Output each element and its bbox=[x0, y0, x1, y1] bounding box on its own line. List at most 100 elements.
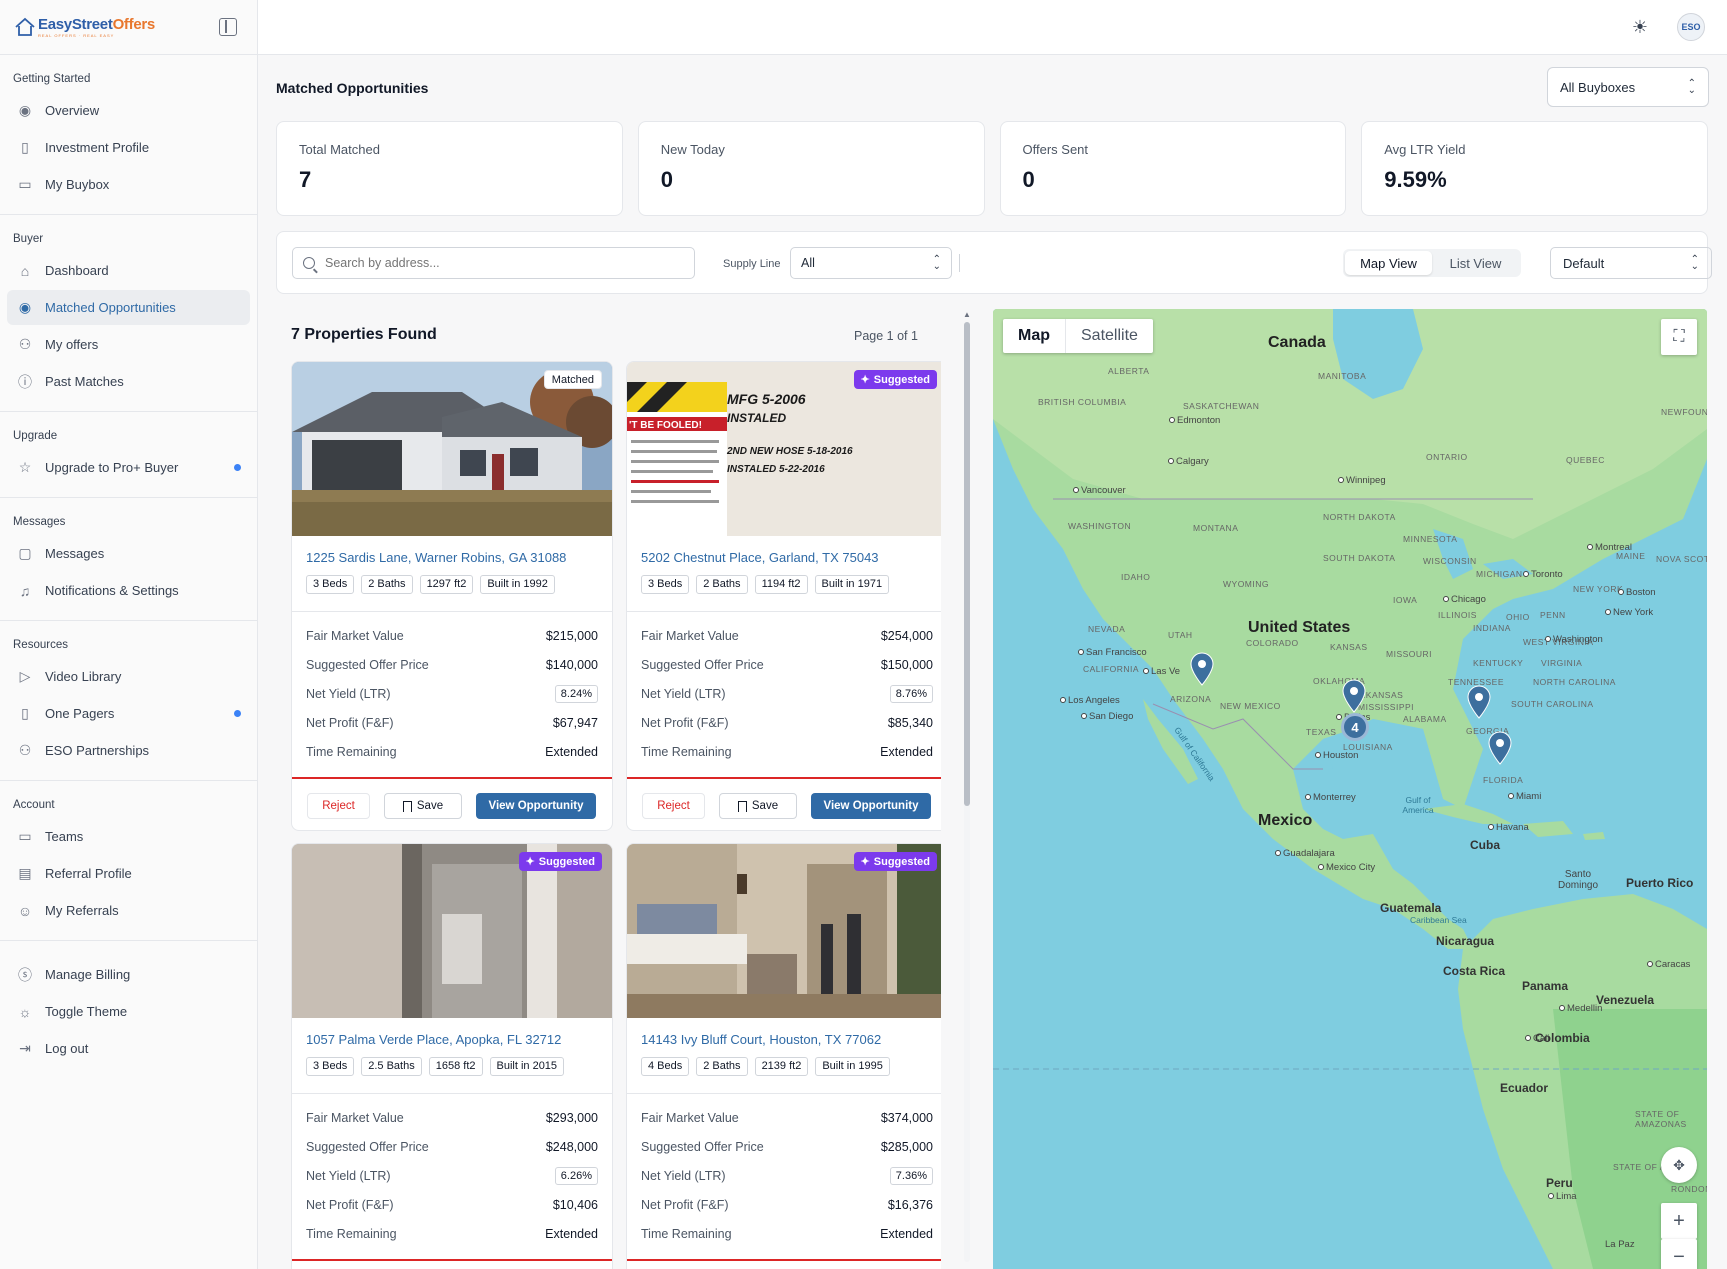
property-map-pin[interactable] bbox=[1189, 652, 1215, 686]
sidebar-section-title: Account bbox=[13, 799, 55, 811]
metric-value: $67,947 bbox=[552, 715, 598, 730]
sign-left-text: 'T BE FOOLED! bbox=[629, 420, 702, 431]
map-label-state: NORTH CAROLINA bbox=[1533, 677, 1616, 687]
stat-label: Total Matched bbox=[299, 142, 380, 157]
sidebar-item-matched-opportunities[interactable]: ◉ Matched Opportunities bbox=[7, 290, 250, 325]
search-box[interactable] bbox=[292, 247, 695, 279]
fullscreen-icon[interactable]: ⛶ bbox=[1661, 319, 1697, 355]
property-photo[interactable]: Matched bbox=[292, 362, 612, 536]
map-type-map-button[interactable]: Map bbox=[1003, 319, 1066, 353]
scrollbar-thumb[interactable] bbox=[964, 322, 970, 806]
save-button[interactable]: Save bbox=[719, 793, 797, 819]
map-label-state: ARIZONA bbox=[1170, 694, 1212, 704]
chevron-updown-icon: ⌃ ⌄ bbox=[1687, 78, 1696, 96]
map-label-state: OHIO bbox=[1506, 612, 1530, 622]
handshake-icon: ⚇ bbox=[18, 336, 32, 352]
sort-select[interactable]: Default ⌃ ⌄ bbox=[1550, 247, 1712, 279]
sidebar-item-my-referrals[interactable]: ☺ My Referrals bbox=[7, 893, 250, 928]
view-toggle: Map View List View bbox=[1343, 249, 1521, 277]
map-label-state: COLORADO bbox=[1246, 638, 1299, 648]
sidebar-item-one-pagers[interactable]: ▯ One Pagers bbox=[7, 696, 250, 731]
card-actions: Reject Save View Opportunity bbox=[292, 779, 612, 830]
sidebar-section: Upgrade ☆ Upgrade to Pro+ Buyer bbox=[0, 412, 257, 498]
property-card: ✦ Suggested 1057 Palma Verde Place, Apopk… bbox=[291, 843, 613, 1269]
logo[interactable]: EasyStreetOffers REAL OFFERS · REAL EASY bbox=[14, 16, 155, 38]
sidebar-bottom: ⓢ Manage Billing ☼ Toggle Theme ⇥ Log ou… bbox=[0, 941, 257, 1082]
sidebar-section-title: Buyer bbox=[13, 233, 44, 245]
chevron-updown-icon: ⌃ ⌄ bbox=[932, 254, 941, 272]
metric-value: 8.24% bbox=[554, 684, 598, 703]
property-map-pin[interactable] bbox=[1341, 679, 1367, 713]
map-label-country: Cuba bbox=[1470, 838, 1500, 852]
map-label-city: Caracas bbox=[1647, 959, 1690, 970]
property-photo[interactable]: 'T BE FOOLED! MFG 5-2006 INSTALED 2ND NE bbox=[627, 362, 941, 536]
map-label-state: WISCONSIN bbox=[1423, 556, 1477, 566]
map-cluster-marker[interactable]: 4 bbox=[1341, 713, 1369, 741]
map-label-city: Lima bbox=[1548, 1191, 1577, 1202]
sidebar-item-teams[interactable]: ▭ Teams bbox=[7, 819, 250, 854]
profit-row: Net Profit (F&F) $10,406 bbox=[306, 1190, 598, 1219]
property-address-link[interactable]: 5202 Chestnut Place, Garland, TX 75043 bbox=[627, 536, 941, 571]
map-label-state: INDIANA bbox=[1473, 623, 1511, 633]
theme-toggle-icon[interactable]: ☀ bbox=[1629, 16, 1651, 38]
property-map-pin[interactable] bbox=[1487, 731, 1513, 765]
buybox-select[interactable]: All Buyboxes ⌃ ⌄ bbox=[1547, 67, 1709, 107]
sidebar-item-my-buybox[interactable]: ▭ My Buybox bbox=[7, 167, 250, 202]
view-opportunity-button[interactable]: View Opportunity bbox=[811, 793, 931, 819]
logo-text: EasyStreetOffers bbox=[38, 16, 155, 33]
map-label-state: NEW MEXICO bbox=[1220, 701, 1281, 711]
sidebar-item-my-offers[interactable]: ⚇ My offers bbox=[7, 327, 250, 362]
avatar[interactable]: ESO bbox=[1677, 13, 1705, 41]
sidebar-collapse-icon[interactable] bbox=[219, 18, 237, 36]
list-view-tab[interactable]: List View bbox=[1432, 251, 1519, 275]
property-map-pin[interactable] bbox=[1466, 685, 1492, 719]
stat-card-total-matched: Total Matched 7 bbox=[276, 121, 623, 216]
stat-label: Offers Sent bbox=[1022, 142, 1089, 157]
sidebar-item-eso-partnerships[interactable]: ⚇ ESO Partnerships bbox=[7, 733, 250, 768]
map-label-city: Mexico City bbox=[1318, 862, 1375, 873]
metric-value: $140,000 bbox=[545, 657, 598, 672]
sidebar-item-manage-billing[interactable]: ⓢ Manage Billing bbox=[7, 957, 250, 992]
zoom-in-icon[interactable]: + bbox=[1661, 1203, 1697, 1239]
reject-button[interactable]: Reject bbox=[642, 793, 705, 819]
map-label-city: Miami bbox=[1508, 791, 1541, 802]
search-input[interactable] bbox=[325, 256, 675, 270]
listing-scrollbar[interactable]: ▲ bbox=[962, 310, 972, 1268]
sidebar-item-referral-profile[interactable]: ▤ Referral Profile bbox=[7, 856, 250, 891]
save-button[interactable]: Save bbox=[384, 793, 462, 819]
property-map[interactable]: Map Satellite ⛶ Canada United States Mex… bbox=[993, 309, 1707, 1269]
map-type-satellite-button[interactable]: Satellite bbox=[1066, 319, 1153, 353]
property-address-link[interactable]: 1225 Sardis Lane, Warner Robins, GA 3108… bbox=[292, 536, 612, 571]
sidebar-item-past-matches[interactable]: ⓘ Past Matches bbox=[7, 364, 250, 399]
property-address-link[interactable]: 1057 Palma Verde Place, Apopka, FL 32712 bbox=[292, 1018, 612, 1053]
sidebar-item-notifications-settings[interactable]: ♫ Notifications & Settings bbox=[7, 573, 250, 608]
map-view-tab[interactable]: Map View bbox=[1345, 251, 1432, 275]
metric-value: $10,406 bbox=[552, 1197, 598, 1212]
sidebar-item-overview[interactable]: ◉ Overview bbox=[7, 93, 250, 128]
sidebar-item-toggle-theme[interactable]: ☼ Toggle Theme bbox=[7, 994, 250, 1029]
sidebar-item-dashboard[interactable]: ⌂ Dashboard bbox=[7, 253, 250, 288]
reject-button[interactable]: Reject bbox=[307, 793, 370, 819]
property-address-link[interactable]: 14143 Ivy Bluff Court, Houston, TX 77062 bbox=[627, 1018, 941, 1053]
map-label-city: San Francisco bbox=[1078, 647, 1147, 658]
property-photo[interactable]: ✦ Suggested bbox=[627, 844, 941, 1018]
sidebar-item-upgrade-to-pro-buyer[interactable]: ☆ Upgrade to Pro+ Buyer bbox=[7, 450, 250, 485]
zoom-out-icon[interactable]: − bbox=[1661, 1239, 1697, 1269]
map-label-city: Boston bbox=[1618, 587, 1656, 598]
built-chip: Built in 1992 bbox=[480, 575, 555, 594]
map-label-city: Montreal bbox=[1587, 542, 1632, 553]
sidebar-item-video-library[interactable]: ▷ Video Library bbox=[7, 659, 250, 694]
metric-value: $85,340 bbox=[887, 715, 933, 730]
map-pan-icon[interactable]: ✥ bbox=[1661, 1147, 1697, 1183]
map-label-state: MISSOURI bbox=[1386, 649, 1433, 659]
sidebar-item-investment-profile[interactable]: ▯ Investment Profile bbox=[7, 130, 250, 165]
view-opportunity-button[interactable]: View Opportunity bbox=[476, 793, 596, 819]
property-photo[interactable]: ✦ Suggested bbox=[292, 844, 612, 1018]
scroll-up-icon[interactable]: ▲ bbox=[963, 310, 971, 319]
metric-label: Suggested Offer Price bbox=[306, 1139, 429, 1154]
sidebar-item-label: Teams bbox=[45, 829, 84, 844]
message-icon: ▢ bbox=[18, 545, 32, 561]
sidebar-item-log-out[interactable]: ⇥ Log out bbox=[7, 1031, 250, 1066]
supply-line-select[interactable]: All ⌃ ⌄ bbox=[790, 247, 952, 279]
sidebar-item-messages[interactable]: ▢ Messages bbox=[7, 536, 250, 571]
